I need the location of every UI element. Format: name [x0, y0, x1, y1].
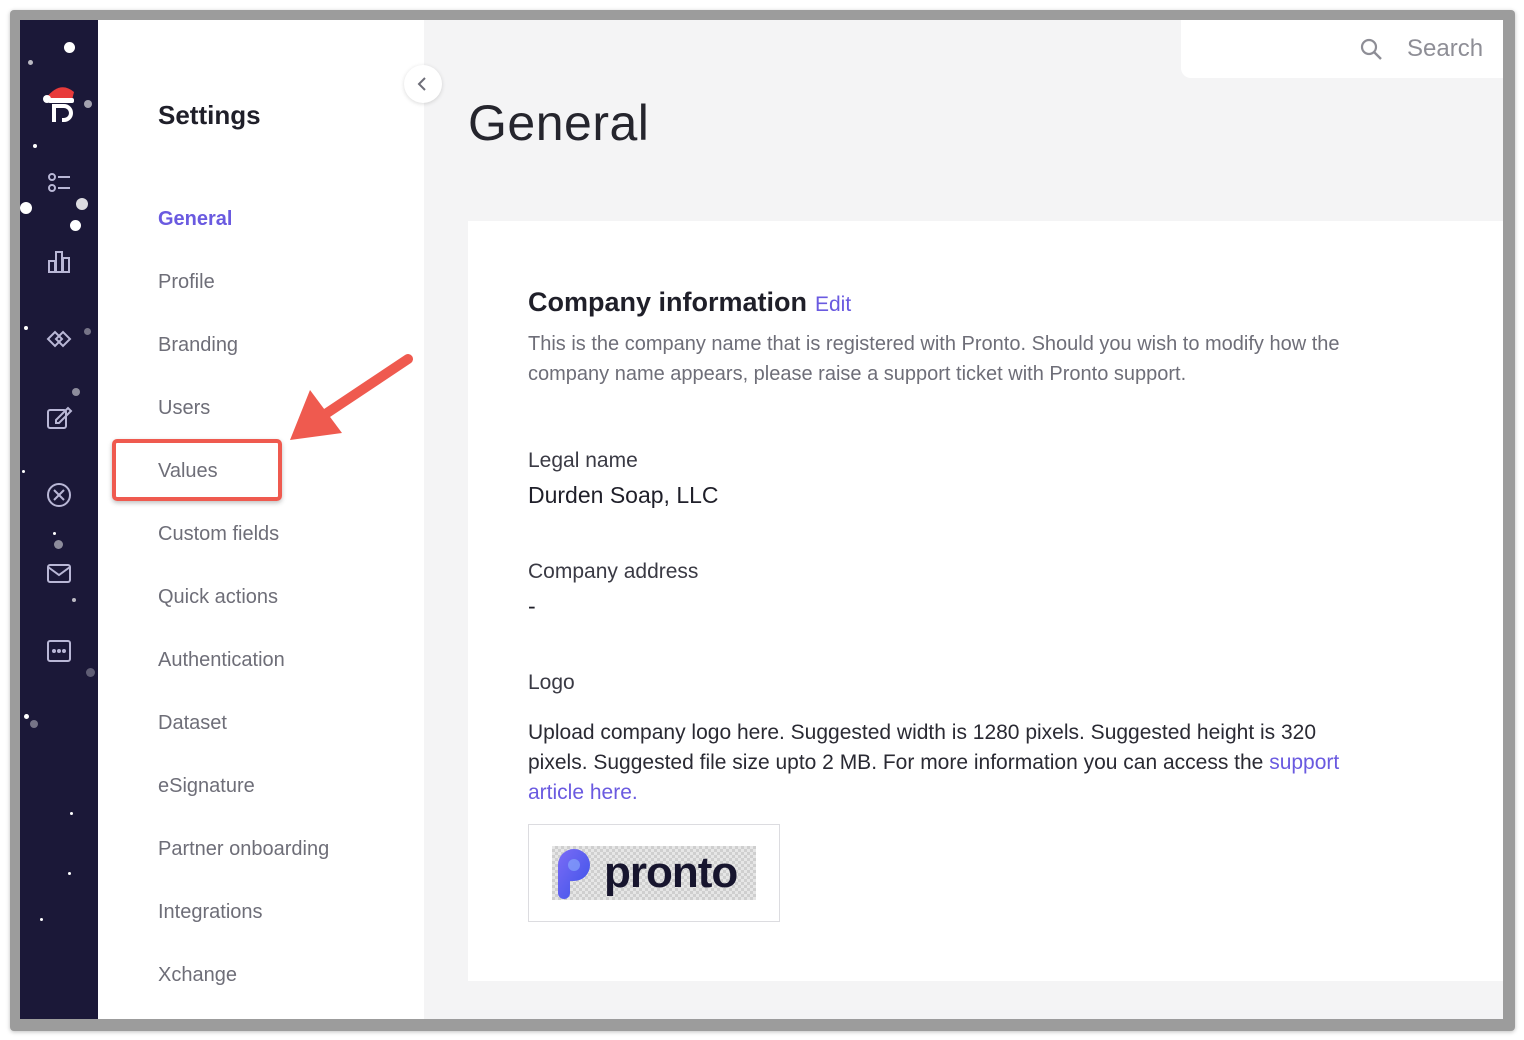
section-title: Company information — [528, 287, 808, 317]
pronto-p-icon — [558, 849, 590, 899]
annotation-arrow-icon — [290, 354, 413, 440]
search-box — [1181, 20, 1503, 78]
logo-wordmark: pronto — [604, 848, 738, 897]
logo-description: Upload company logo here. Suggested widt… — [528, 718, 1368, 808]
logo-description-text: Upload company logo here. Suggested widt… — [528, 721, 1317, 774]
sidebar-item-xchange[interactable]: Xchange — [158, 964, 237, 987]
sidebar-item-authentication[interactable]: Authentication — [158, 649, 285, 672]
snowflake-decoration — [86, 668, 95, 677]
snowflake-decoration — [22, 470, 25, 473]
legal-name-value: Durden Soap, LLC — [528, 482, 719, 508]
main-content: General Company information Edit This is… — [424, 20, 1503, 1019]
company-address-label: Company address — [528, 560, 699, 583]
edit-icon[interactable] — [42, 400, 76, 434]
company-logo-image: pronto — [552, 846, 756, 900]
snowflake-decoration — [84, 328, 91, 335]
snowflake-decoration — [70, 812, 73, 815]
tasks-icon[interactable] — [42, 166, 76, 200]
snowflake-decoration — [64, 42, 75, 53]
sidebar-title: Settings — [158, 100, 261, 130]
company-address-value: - — [528, 593, 536, 619]
snowflake-decoration — [20, 202, 32, 214]
app-window: Settings General Profile Branding Users … — [20, 20, 1503, 1019]
company-logo-preview[interactable]: pronto — [528, 824, 780, 922]
mail-icon[interactable] — [42, 556, 76, 590]
snowflake-decoration — [54, 540, 63, 549]
sidebar-item-custom-fields[interactable]: Custom fields — [158, 523, 279, 546]
section-description: This is the company name that is registe… — [528, 333, 1340, 385]
search-input[interactable] — [1405, 34, 1489, 64]
snowflake-decoration — [53, 532, 56, 535]
sidebar-item-integrations[interactable]: Integrations — [158, 901, 263, 924]
snowflake-decoration — [68, 872, 71, 875]
company-information-card: Company information Edit This is the com… — [468, 221, 1503, 981]
pronto-logo-icon[interactable] — [42, 78, 78, 124]
logo-label: Logo — [528, 671, 575, 694]
sidebar-item-users[interactable]: Users — [158, 397, 210, 420]
sidebar-item-quick-actions[interactable]: Quick actions — [158, 586, 278, 609]
snowflake-decoration — [30, 720, 38, 728]
snowflake-decoration — [24, 326, 28, 330]
sidebar-item-branding[interactable]: Branding — [158, 334, 238, 357]
chat-icon[interactable] — [42, 634, 76, 668]
integrations-icon[interactable] — [42, 322, 76, 356]
snowflake-decoration — [28, 60, 33, 65]
snowflake-decoration — [24, 714, 29, 719]
snowflake-decoration — [33, 144, 37, 148]
snowflake-decoration — [40, 918, 43, 921]
page-title: General — [468, 95, 650, 151]
sidebar-item-partner-onboarding[interactable]: Partner onboarding — [158, 838, 329, 861]
snowflake-decoration — [72, 388, 80, 396]
legal-name-label: Legal name — [528, 449, 638, 472]
settings-sidebar: Settings General Profile Branding Users … — [98, 20, 424, 1019]
snowflake-decoration — [84, 100, 92, 108]
icon-rail — [20, 20, 98, 1019]
snowflake-decoration — [72, 598, 76, 602]
sidebar-item-general[interactable]: General — [158, 208, 232, 231]
sidebar-item-profile[interactable]: Profile — [158, 271, 215, 294]
cancel-icon[interactable] — [42, 478, 76, 512]
edit-link[interactable]: Edit — [815, 293, 851, 317]
sidebar-item-esignature[interactable]: eSignature — [158, 775, 255, 798]
search-icon[interactable] — [1359, 37, 1383, 61]
snowflake-decoration — [70, 220, 81, 231]
sidebar-item-dataset[interactable]: Dataset — [158, 712, 227, 735]
snowflake-decoration — [76, 198, 88, 210]
annotation-highlight-box — [112, 439, 282, 501]
analytics-icon[interactable] — [42, 244, 76, 278]
